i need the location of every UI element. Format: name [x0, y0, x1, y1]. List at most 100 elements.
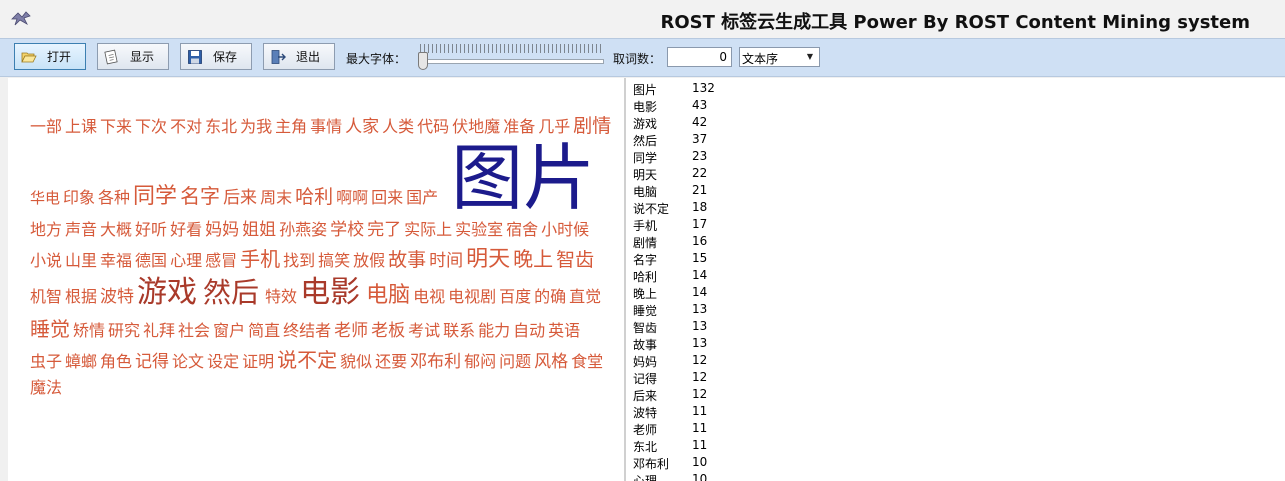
list-item[interactable]: 说不定 18 [633, 200, 833, 217]
floppy-save-icon [188, 49, 202, 64]
open-button-label: 打开 [47, 50, 72, 64]
cloud-word: 学校 [330, 220, 365, 241]
cloud-word: 故事 [388, 249, 427, 272]
list-item-count: 23 [692, 149, 708, 163]
list-item[interactable]: 手机 17 [633, 217, 833, 234]
save-button[interactable]: 保存 [180, 43, 252, 70]
list-item[interactable]: 游戏 42 [633, 115, 833, 132]
tag-cloud: 一部 上课 下来 下次 不对 东北 为我 主角 事情 人家 人类 代码 伏地魔 准备 几乎 剧情华电 印象 各种同… [30, 112, 615, 400]
list-item[interactable]: 剧情 16 [633, 234, 833, 251]
take-words-input[interactable]: 0 [667, 47, 732, 67]
list-item-count: 10 [692, 455, 708, 469]
list-item[interactable]: 波特 11 [633, 404, 833, 421]
cloud-word: 设定 [207, 351, 240, 371]
cloud-word: 电视剧 [448, 287, 497, 307]
list-item[interactable]: 然后 37 [633, 132, 833, 149]
list-item[interactable]: 晚上 14 [633, 285, 833, 302]
cloud-word: 代码 [417, 117, 450, 136]
list-item[interactable]: 邓布利 10 [633, 455, 833, 472]
folder-open-icon [21, 52, 37, 62]
list-item[interactable]: 电脑 21 [633, 183, 833, 200]
cloud-word: 回来 [371, 188, 404, 208]
list-item-count: 22 [692, 166, 708, 180]
list-item-count: 14 [692, 268, 708, 282]
list-item-count: 13 [692, 336, 708, 350]
display-button[interactable]: 显示 [97, 43, 169, 70]
list-item-count: 21 [692, 183, 708, 197]
list-item[interactable]: 电影 43 [633, 98, 833, 115]
exit-button-label: 退出 [296, 50, 321, 64]
list-item-count: 43 [692, 98, 708, 112]
list-item-word: 睡觉 [633, 304, 658, 318]
word-frequency-list[interactable]: 图片 132 电影 43 游戏 42 然后 37 同学 23 明天 22 电脑 21 说不定 18 手机 17 剧情… [626, 78, 1285, 481]
cloud-word: 小时候 [541, 220, 590, 240]
list-item-count: 11 [692, 404, 708, 418]
cloud-word: 虫子 [30, 351, 63, 371]
slider-ticks [420, 44, 602, 53]
cloud-word: 大概 [100, 220, 133, 240]
list-item-word: 然后 [633, 134, 658, 148]
cloud-word: 华电 [30, 189, 61, 208]
list-item-count: 12 [692, 353, 708, 367]
cloud-word: 百度 [499, 287, 532, 307]
list-item[interactable]: 哈利 14 [633, 268, 833, 285]
cloud-word: 然后 [203, 276, 260, 310]
list-item[interactable]: 名字 15 [633, 251, 833, 268]
list-item[interactable]: 妈妈 12 [633, 353, 833, 370]
list-item-word: 波特 [633, 406, 658, 420]
sort-order-value: 文本序 [742, 52, 779, 66]
list-item-count: 42 [692, 115, 708, 129]
slider-track [420, 59, 604, 64]
cloud-word: 完了 [367, 220, 402, 241]
cloud-word: 放假 [353, 251, 386, 271]
app-logo-icon [11, 11, 31, 26]
exit-button[interactable]: 退出 [263, 43, 335, 70]
cloud-word: 好看 [170, 220, 203, 240]
cloud-word: 英语 [548, 320, 581, 340]
list-item[interactable]: 图片 132 [633, 81, 833, 98]
chevron-down-icon[interactable]: ▼ [803, 50, 817, 64]
list-item-word: 明天 [633, 168, 658, 182]
cloud-word: 印象 [63, 188, 96, 208]
cloud-word: 问题 [499, 351, 532, 371]
list-item-count: 13 [692, 319, 708, 333]
cloud-word: 实际上 [404, 220, 453, 240]
list-item[interactable]: 明天 22 [633, 166, 833, 183]
cloud-word: 明天 [466, 247, 511, 273]
cloud-word: 下来 [100, 117, 133, 136]
list-item[interactable]: 心理 10 [633, 472, 833, 481]
list-item-count: 132 [692, 81, 715, 95]
list-item[interactable]: 东北 11 [633, 438, 833, 455]
list-item[interactable]: 后来 12 [633, 387, 833, 404]
exit-door-icon [271, 49, 286, 64]
list-item[interactable]: 智齿 13 [633, 319, 833, 336]
list-item-word: 图片 [633, 83, 658, 97]
cloud-word: 孙燕姿 [279, 220, 328, 240]
cloud-word: 波特 [100, 287, 135, 308]
cloud-word: 电脑 [366, 283, 411, 309]
cloud-word: 证明 [242, 351, 275, 371]
cloud-word: 啊啊 [336, 188, 369, 208]
cloud-word: 简直 [248, 320, 281, 340]
window-title: ROST 标签云生成工具 Power By ROST Content Minin… [660, 12, 1250, 33]
list-item-count: 16 [692, 234, 708, 248]
list-item-word: 电脑 [633, 185, 658, 199]
list-item[interactable]: 记得 12 [633, 370, 833, 387]
cloud-word: 郁闷 [464, 351, 497, 371]
slider-thumb[interactable] [418, 52, 428, 70]
list-item-word: 同学 [633, 151, 658, 165]
sort-order-select[interactable]: 文本序 ▼ [739, 47, 820, 67]
list-item[interactable]: 睡觉 13 [633, 302, 833, 319]
cloud-word: 电影 [300, 275, 361, 311]
max-font-slider[interactable] [418, 44, 604, 72]
open-button[interactable]: 打开 [14, 43, 86, 70]
cloud-word: 同学 [133, 184, 178, 210]
list-item[interactable]: 故事 13 [633, 336, 833, 353]
list-item-count: 12 [692, 370, 708, 384]
cloud-word: 小说 [30, 251, 63, 271]
max-font-label: 最大字体： [346, 52, 407, 66]
take-words-label: 取词数： [613, 52, 662, 66]
cloud-word: 终结者 [283, 320, 332, 340]
list-item[interactable]: 同学 23 [633, 149, 833, 166]
list-item[interactable]: 老师 11 [633, 421, 833, 438]
